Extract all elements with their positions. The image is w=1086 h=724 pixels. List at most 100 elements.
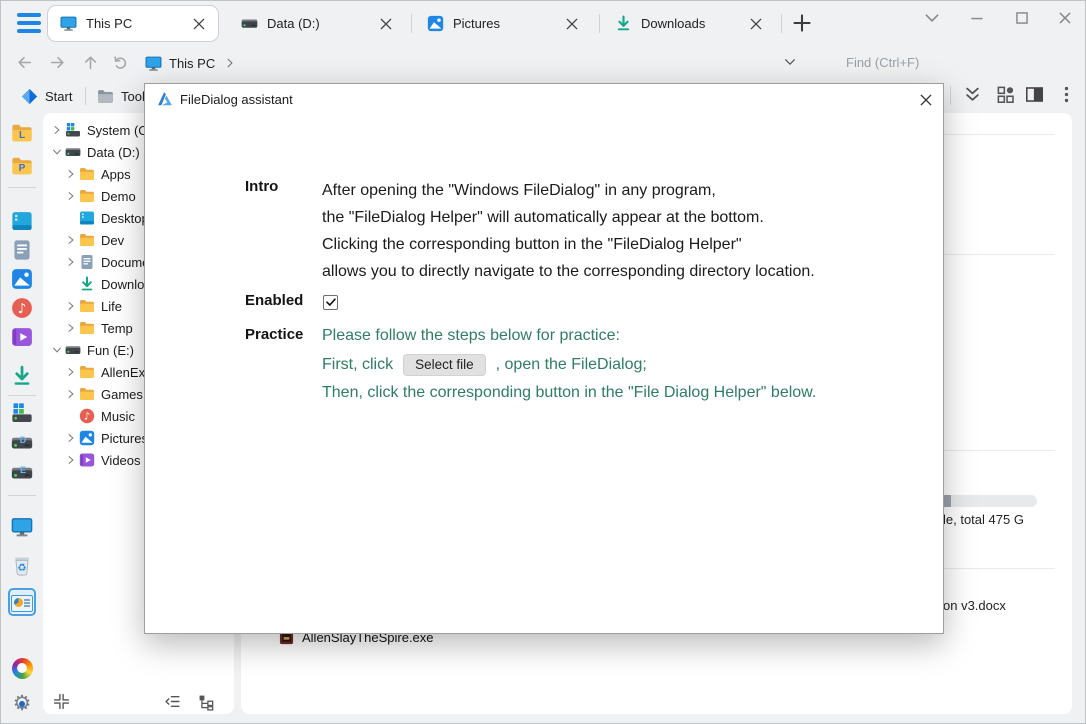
- sidebar-music-icon[interactable]: ♪: [11, 297, 33, 319]
- breadcrumb-label: This PC: [169, 56, 215, 71]
- chevron-right-icon[interactable]: [65, 388, 77, 400]
- sidebar-video-icon[interactable]: [11, 326, 33, 348]
- forward-arrow-icon[interactable]: [49, 54, 66, 71]
- tab-list-chevron-icon[interactable]: [923, 9, 941, 25]
- chevron-down-icon[interactable]: [51, 344, 63, 356]
- chevron-right-icon[interactable]: [65, 256, 77, 268]
- tab-close-icon[interactable]: [190, 15, 208, 33]
- sidebar-control-panel-icon[interactable]: [11, 591, 33, 613]
- chevron-right-icon[interactable]: [65, 190, 77, 202]
- sidebar-drive-d-icon[interactable]: D: [11, 432, 33, 454]
- chevron-right-icon[interactable]: [65, 366, 77, 378]
- split-view-icon[interactable]: [1025, 85, 1044, 104]
- intro-label: Intro: [245, 178, 317, 195]
- chevron-right-icon[interactable]: [65, 432, 77, 444]
- chevron-right-icon[interactable]: [65, 168, 77, 180]
- tab-downloads[interactable]: Downloads: [603, 5, 775, 42]
- minimize-icon[interactable]: [968, 9, 986, 25]
- desktop-icon: [79, 210, 95, 226]
- tab-close-icon[interactable]: [563, 15, 581, 33]
- address-dropdown-chevron-icon[interactable]: [783, 56, 797, 68]
- chevron-right-icon[interactable]: [65, 454, 77, 466]
- sidebar-system-drive-icon[interactable]: [11, 402, 33, 424]
- sidebar-monitor-icon[interactable]: [11, 516, 33, 538]
- sidebar-separator: [8, 187, 36, 188]
- chevron-down-icon[interactable]: [51, 146, 63, 158]
- dialog-titlebar[interactable]: FileDialog assistant: [145, 84, 943, 114]
- close-window-icon[interactable]: [1056, 9, 1074, 25]
- sidebar-separator: [8, 495, 36, 496]
- collapse-all-icon[interactable]: [53, 693, 70, 710]
- intro-line-4: allows you to directly navigate to the c…: [322, 258, 815, 285]
- drive-icon: [65, 144, 81, 160]
- tab-close-icon[interactable]: [377, 15, 395, 33]
- sidebar-document-icon[interactable]: [11, 239, 33, 261]
- chevron-right-icon[interactable]: [65, 234, 77, 246]
- svg-text:♪: ♪: [84, 412, 90, 423]
- select-file-button[interactable]: Select file: [403, 354, 486, 376]
- sidebar-color-wheel-icon[interactable]: [11, 657, 33, 679]
- drive-letter: E: [11, 462, 33, 484]
- tab-this-pc[interactable]: This PC: [47, 5, 219, 42]
- enabled-checkbox[interactable]: [323, 295, 338, 310]
- folder-icon: [79, 320, 95, 336]
- tab-label: Pictures: [453, 16, 555, 31]
- practice-label: Practice: [245, 326, 317, 343]
- chevron-spacer: [65, 410, 77, 422]
- chevron-right-icon[interactable]: [65, 322, 77, 334]
- undo-arrow-icon[interactable]: [112, 54, 129, 71]
- chevron-right-icon[interactable]: [65, 300, 77, 312]
- sidebar-drive-e-icon[interactable]: E: [11, 462, 33, 484]
- tab-label: Data (D:): [267, 16, 369, 31]
- grid-view-icon[interactable]: [996, 85, 1015, 104]
- tree-item-label: Desktop: [101, 211, 149, 226]
- folder-letter: L: [11, 122, 33, 144]
- drive-icon: [241, 15, 258, 32]
- start-button[interactable]: Start: [21, 83, 72, 109]
- back-arrow-icon[interactable]: [16, 54, 33, 71]
- tree-item-label: Music: [101, 409, 135, 424]
- sidebar-gear-icon[interactable]: ⚙: [11, 692, 33, 714]
- tab-data-d-[interactable]: Data (D:): [229, 5, 405, 42]
- up-arrow-icon[interactable]: [82, 54, 99, 71]
- tree-item-label: Apps: [101, 167, 131, 182]
- tree-item-label: AllenEx: [101, 365, 145, 380]
- dialog-title: FileDialog assistant: [180, 92, 293, 107]
- sidebar-folder-p-icon[interactable]: P: [11, 155, 33, 177]
- sidebar-recycle-bin-icon[interactable]: ♻: [11, 554, 33, 576]
- folder-icon: [79, 232, 95, 248]
- drive-icon: [65, 342, 81, 358]
- find-input[interactable]: Find (Ctrl+F): [846, 55, 919, 70]
- tree-item-label: Dev: [101, 233, 124, 248]
- assistant-logo-icon: [157, 91, 173, 107]
- download-icon: [79, 276, 95, 292]
- more-kebab-icon[interactable]: [1057, 85, 1076, 104]
- practice-step1-suffix: , open the FileDialog;: [496, 356, 647, 374]
- tab-close-icon[interactable]: [747, 15, 765, 33]
- sidebar-picture-icon[interactable]: [11, 268, 33, 290]
- double-chevron-down-icon[interactable]: [963, 85, 982, 104]
- sidebar-desktop-icon[interactable]: [11, 210, 33, 232]
- breadcrumb[interactable]: This PC: [145, 50, 236, 76]
- hamburger-menu-icon[interactable]: [17, 13, 41, 33]
- tree-item-label: Data (D:): [87, 145, 140, 160]
- tab-bar: This PC Data (D:) Pictures Downloads: [1, 1, 1086, 46]
- practice-line-1: Please follow the steps below for practi…: [322, 322, 816, 351]
- outdent-icon[interactable]: [164, 693, 181, 710]
- sidebar-folder-l-icon[interactable]: L: [11, 122, 33, 144]
- system-drive-icon: [65, 122, 81, 138]
- tree-item-label: Pictures: [101, 431, 148, 446]
- folder-icon: [79, 386, 95, 402]
- tab-separator: [599, 14, 600, 33]
- tab-pictures[interactable]: Pictures: [415, 5, 591, 42]
- dialog-close-icon[interactable]: [917, 91, 935, 109]
- tree-item-label: Demo: [101, 189, 136, 204]
- svg-text:♪: ♪: [18, 301, 27, 317]
- tree-item-label: Games: [101, 387, 143, 402]
- maximize-icon[interactable]: [1013, 9, 1031, 25]
- practice-text: Please follow the steps below for practi…: [322, 322, 816, 408]
- chevron-right-icon[interactable]: [51, 124, 63, 136]
- new-tab-icon[interactable]: [791, 12, 813, 34]
- sidebar-download-icon[interactable]: [11, 365, 33, 387]
- tree-view-icon[interactable]: [198, 694, 215, 711]
